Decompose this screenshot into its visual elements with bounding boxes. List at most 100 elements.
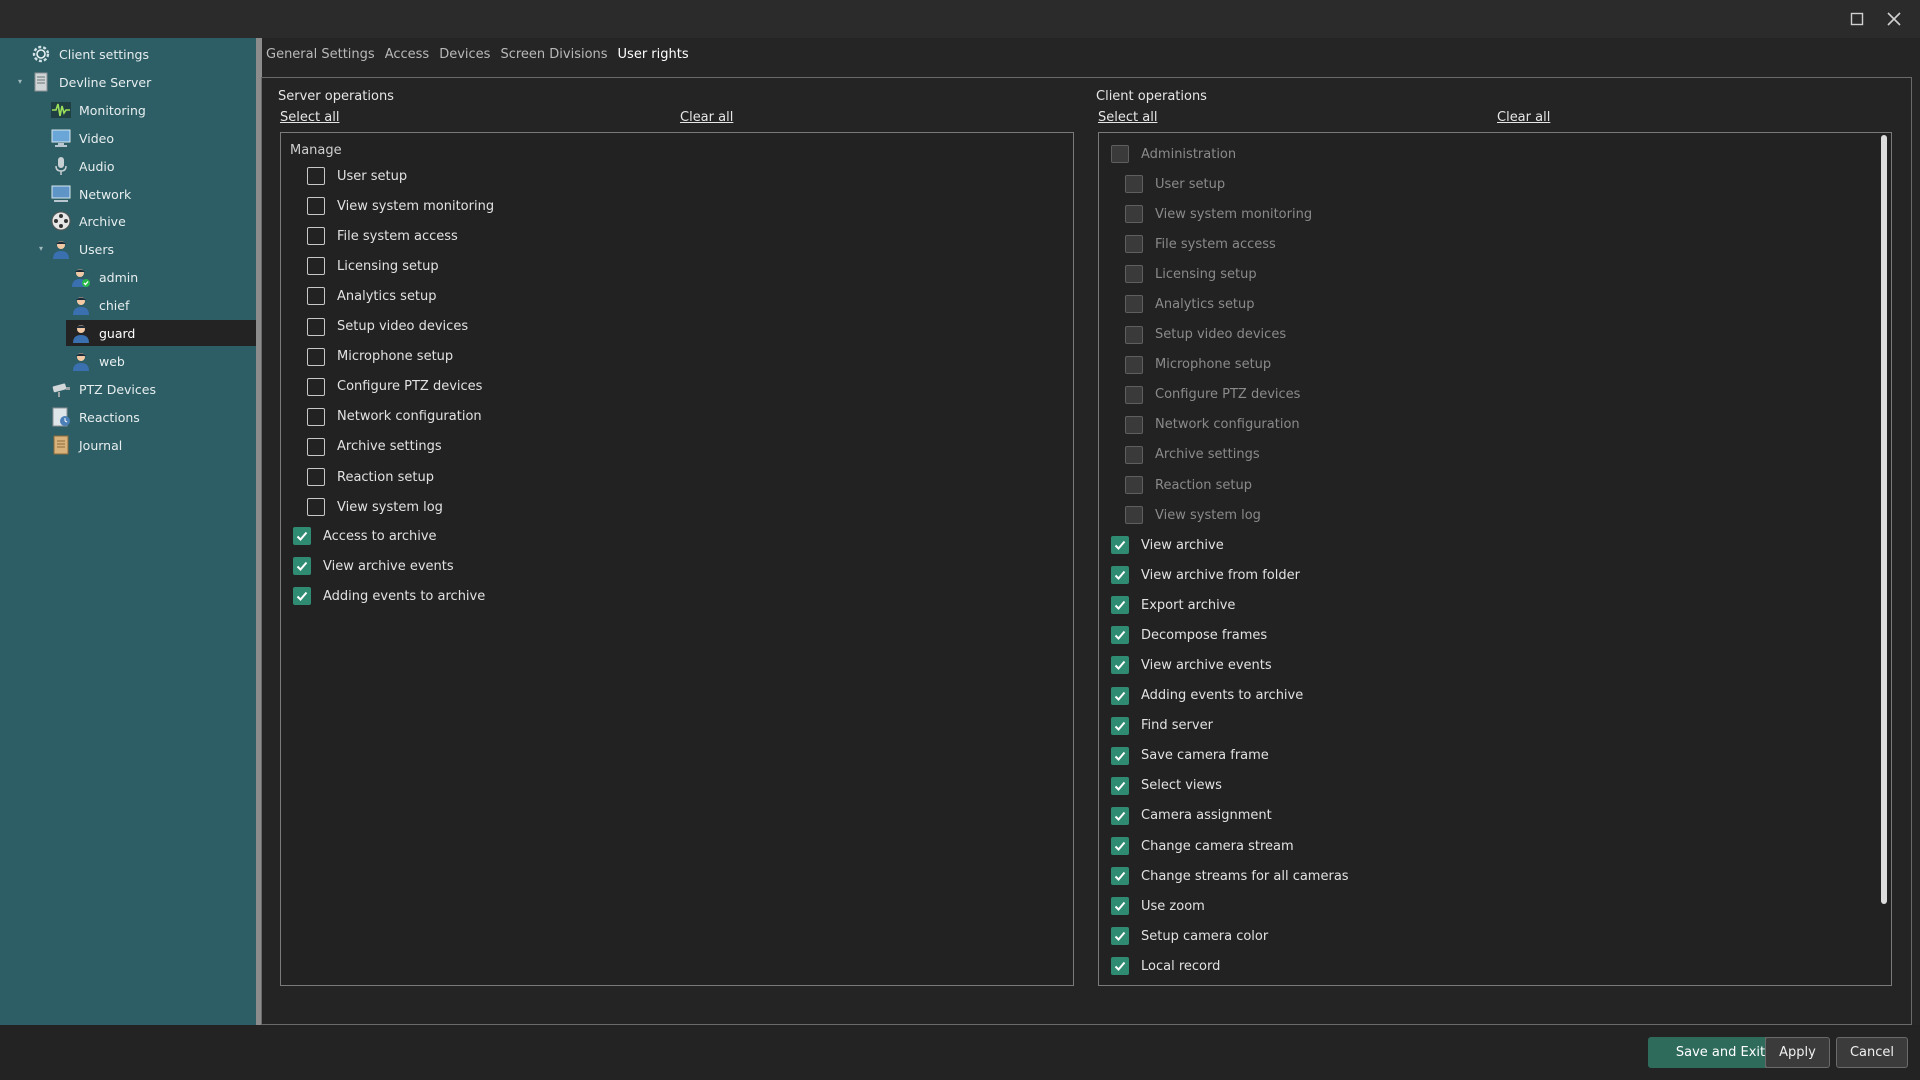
sidebar-item-users[interactable]: Users: [50, 236, 114, 262]
sidebar-item-audio[interactable]: Audio: [50, 153, 115, 179]
server-permission-item[interactable]: User setup: [307, 165, 407, 187]
client-permission-item[interactable]: Use zoom: [1111, 895, 1205, 917]
checkbox-checked-icon[interactable]: [1111, 536, 1129, 554]
server-permission-item[interactable]: Configure PTZ devices: [307, 376, 482, 398]
checkbox-checked-icon[interactable]: [1111, 656, 1129, 675]
server-permission-item[interactable]: Microphone setup: [307, 346, 453, 368]
server-permission-item[interactable]: Network configuration: [307, 406, 482, 428]
checkbox-checked-icon[interactable]: [1111, 626, 1129, 645]
client-select-all-link[interactable]: Select all: [1098, 110, 1157, 125]
checkbox-icon[interactable]: [307, 317, 325, 336]
sidebar-item-monitoring[interactable]: Monitoring: [50, 97, 146, 123]
tab-access[interactable]: Access: [385, 47, 430, 67]
sidebar-item-chief[interactable]: chief: [70, 292, 129, 318]
checkbox-checked-icon[interactable]: [293, 557, 311, 576]
server-permission-item[interactable]: File system access: [307, 225, 458, 247]
sidebar-item-ptz-devices[interactable]: PTZ Devices: [50, 376, 156, 402]
client-permission-item[interactable]: Local record: [1111, 955, 1220, 977]
client-permission-item[interactable]: Setup camera color: [1111, 925, 1268, 947]
server-permission-item[interactable]: Licensing setup: [307, 255, 439, 277]
sidebar-item-web[interactable]: web: [70, 348, 125, 374]
client-clear-all-link[interactable]: Clear all: [1497, 110, 1550, 125]
server-permission-item[interactable]: View system log: [307, 496, 443, 518]
checkbox-icon[interactable]: [307, 407, 325, 426]
checkbox-icon[interactable]: [307, 167, 325, 185]
client-permission-item[interactable]: View archive events: [1111, 654, 1272, 676]
checkbox-icon[interactable]: [307, 377, 325, 396]
checkbox-checked-icon[interactable]: [1111, 686, 1129, 705]
sidebar-item-journal[interactable]: Journal: [50, 432, 122, 458]
server-permission-item[interactable]: View system monitoring: [307, 195, 494, 217]
server-clear-all-link[interactable]: Clear all: [680, 110, 733, 125]
checkbox-checked-icon[interactable]: [1111, 837, 1129, 855]
client-permission-item[interactable]: View archive: [1111, 534, 1224, 556]
user-icon: [70, 350, 92, 372]
checkbox-checked-icon[interactable]: [1111, 596, 1129, 615]
server-select-all-link[interactable]: Select all: [280, 110, 339, 125]
server-operations-title: Server operations: [278, 89, 394, 104]
sidebar-item-guard[interactable]: guard: [66, 320, 256, 346]
sidebar-item-video[interactable]: Video: [50, 125, 114, 151]
sidebar-item-network[interactable]: Network: [50, 181, 131, 207]
checkbox-checked-icon[interactable]: [1111, 746, 1129, 765]
checkbox-checked-icon[interactable]: [1111, 566, 1129, 585]
users-icon: [50, 238, 72, 260]
checkbox-icon[interactable]: [307, 347, 325, 366]
client-permission-item[interactable]: Change camera stream: [1111, 835, 1294, 857]
client-permission-label: Adding events to archive: [1141, 688, 1304, 703]
checkbox-checked-icon[interactable]: [1111, 897, 1129, 916]
checkbox-icon: [1111, 145, 1129, 163]
checkbox-icon[interactable]: [307, 257, 325, 276]
checkbox-checked-icon[interactable]: [1111, 716, 1129, 735]
client-list-scrollbar[interactable]: [1881, 135, 1887, 904]
client-admin-permission-label: View system log: [1155, 507, 1261, 523]
checkbox-checked-icon[interactable]: [1111, 806, 1129, 825]
checkbox-icon[interactable]: [307, 287, 325, 306]
client-admin-permission-item: Archive settings: [1125, 444, 1260, 466]
expand-arrow-icon[interactable]: ▾: [36, 243, 46, 253]
checkbox-icon[interactable]: [307, 227, 325, 246]
checkbox-checked-icon[interactable]: [293, 527, 311, 545]
client-permission-item[interactable]: Export archive: [1111, 594, 1235, 616]
tab-user-rights[interactable]: User rights: [618, 47, 689, 67]
server-permission-item[interactable]: Setup video devices: [307, 316, 468, 338]
checkbox-checked-icon[interactable]: [1111, 927, 1129, 946]
checkbox-icon[interactable]: [307, 437, 325, 456]
checkbox-icon[interactable]: [307, 468, 325, 486]
cancel-button[interactable]: Cancel: [1836, 1037, 1908, 1068]
tab-general-settings[interactable]: General Settings: [266, 47, 375, 67]
maximize-icon[interactable]: [1844, 6, 1870, 32]
server-permission-item[interactable]: Archive settings: [307, 436, 442, 458]
server-permission-item[interactable]: View archive events: [293, 555, 454, 577]
client-permission-item[interactable]: Adding events to archive: [1111, 685, 1303, 707]
client-permission-item[interactable]: Decompose frames: [1111, 624, 1267, 646]
close-icon[interactable]: [1881, 6, 1907, 32]
apply-button[interactable]: Apply: [1765, 1037, 1830, 1068]
checkbox-icon[interactable]: [307, 197, 325, 216]
server-permission-item[interactable]: Access to archive: [293, 525, 437, 547]
server-permission-item[interactable]: Analytics setup: [307, 285, 437, 307]
sidebar-item-admin[interactable]: admin: [70, 264, 138, 290]
server-permission-label: Configure PTZ devices: [337, 379, 483, 395]
sidebar-item-client-settings[interactable]: Client settings: [30, 41, 149, 67]
client-permission-item[interactable]: Save camera frame: [1111, 745, 1269, 767]
client-permission-item[interactable]: Change streams for all cameras: [1111, 865, 1349, 887]
server-permission-item[interactable]: Reaction setup: [307, 466, 434, 488]
sidebar-item-reactions[interactable]: Reactions: [50, 404, 140, 430]
checkbox-checked-icon[interactable]: [1111, 867, 1129, 886]
checkbox-checked-icon[interactable]: [1111, 776, 1129, 795]
client-permission-label: View archive events: [1141, 657, 1272, 673]
tab-screen-divisions[interactable]: Screen Divisions: [500, 47, 607, 67]
client-permission-item[interactable]: Find server: [1111, 715, 1213, 737]
checkbox-icon[interactable]: [307, 498, 325, 517]
checkbox-checked-icon[interactable]: [293, 587, 311, 606]
client-permission-item[interactable]: Camera assignment: [1111, 805, 1272, 827]
sidebar-item-devline-server[interactable]: Devline Server: [30, 69, 151, 95]
tab-devices[interactable]: Devices: [439, 47, 490, 67]
client-permission-item[interactable]: Select views: [1111, 775, 1222, 797]
server-permission-item[interactable]: Adding events to archive: [293, 585, 485, 607]
client-permission-item[interactable]: View archive from folder: [1111, 564, 1300, 586]
checkbox-checked-icon[interactable]: [1111, 957, 1129, 976]
sidebar-item-archive[interactable]: Archive: [50, 208, 126, 234]
expand-arrow-icon[interactable]: ▾: [15, 76, 25, 86]
